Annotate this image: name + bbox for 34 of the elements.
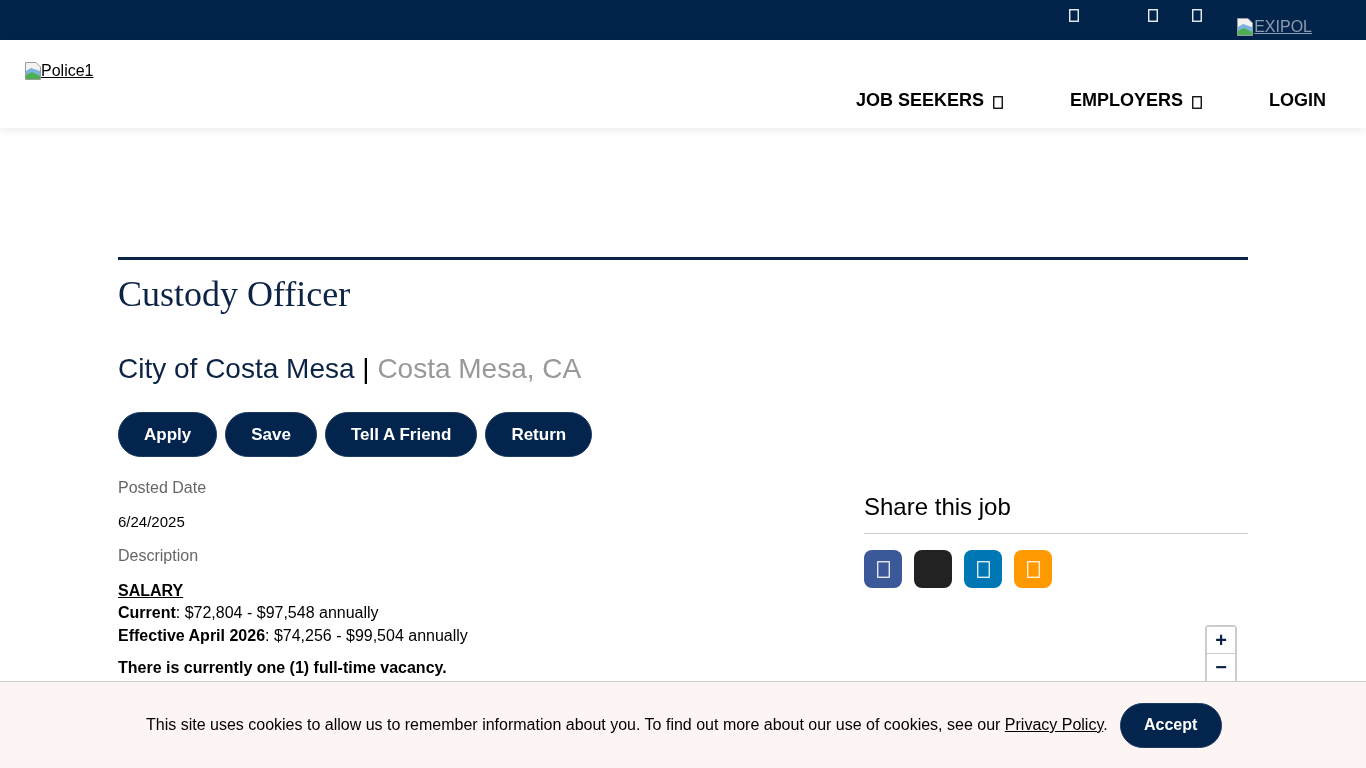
employer-location: City of Costa Mesa | Costa Mesa, CA xyxy=(118,352,582,386)
square-outline-icon[interactable] xyxy=(1069,9,1080,22)
action-button[interactable]: Return xyxy=(485,412,593,457)
action-button[interactable]: Apply xyxy=(118,412,218,457)
cookie-notice: This site uses cookies to allow us to remember information about you. To find out more about our use of cookies, see our Privacy Policy. xyxy=(146,715,1108,735)
square-outline-icon[interactable] xyxy=(1148,9,1159,22)
job-title: Custody Officer xyxy=(118,273,351,316)
nav-link[interactable]: JOB SEEKERS xyxy=(855,90,1003,111)
vacancy-note: There is currently one (1) full-time vacancy. xyxy=(118,660,447,676)
action-button[interactable]: Tell A Friend xyxy=(324,412,478,457)
square-outline-icon xyxy=(1192,95,1202,109)
accept-button[interactable]: Accept xyxy=(1119,702,1222,748)
share-tile-icon[interactable] xyxy=(864,550,902,588)
nav-link[interactable]: EMPLOYERS xyxy=(1069,90,1202,111)
broken-image-icon xyxy=(25,62,41,80)
share-tile-icon[interactable] xyxy=(1014,550,1052,588)
share-tile-icon[interactable] xyxy=(914,550,952,588)
privacy-policy-link[interactable]: Privacy Policy xyxy=(1004,716,1104,733)
field-label: Posted Date xyxy=(118,478,207,498)
salary-line: Effective April 2026: $74,256 - $99,504 annually xyxy=(118,626,468,646)
square-outline-icon[interactable] xyxy=(1192,9,1203,22)
broken-image-icon xyxy=(1237,18,1254,36)
nav-link[interactable]: LOGIN xyxy=(1269,90,1326,111)
action-button[interactable]: Save xyxy=(225,412,317,457)
share-heading: Share this job xyxy=(864,493,1011,521)
logo-link[interactable]: Police1 xyxy=(25,62,94,80)
salary-line: Current: $72,804 - $97,548 annually xyxy=(118,603,379,623)
field-label: Description xyxy=(118,546,199,566)
square-outline-icon xyxy=(992,95,1003,109)
salary-heading: SALARY xyxy=(118,581,184,601)
share-tile-icon[interactable] xyxy=(964,550,1002,588)
zoom-in-button[interactable]: + xyxy=(1207,627,1235,654)
partner-logo-link[interactable]: EXIPOL xyxy=(1237,18,1312,36)
field-value: 6/24/2025 xyxy=(118,512,185,532)
